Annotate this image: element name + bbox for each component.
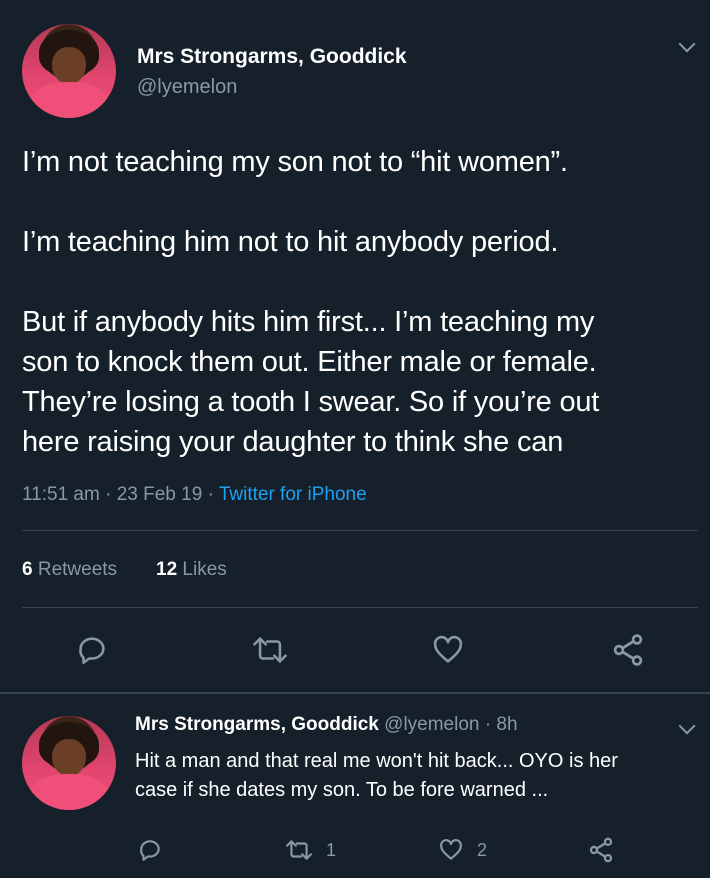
like-button[interactable] (428, 630, 468, 670)
tweet-time: 11:51 am (22, 484, 100, 505)
separator: · (105, 484, 112, 505)
tweet-line: son to knock them out. Either male or fe… (22, 346, 597, 378)
reply-time: 8h (496, 714, 518, 735)
reply-handle[interactable]: @lyemelon (384, 714, 479, 735)
tweet-source-link[interactable]: Twitter for iPhone (219, 484, 367, 505)
reply-icon (140, 840, 160, 861)
likes-stat[interactable]: 12 Likes (156, 559, 227, 581)
reply-retweet-button[interactable]: 1 (284, 834, 336, 866)
likes-label: Likes (182, 559, 227, 580)
avatar[interactable] (22, 24, 116, 118)
tweet-line: here raising your daughter to think she … (22, 426, 564, 458)
retweet-button[interactable] (248, 630, 292, 670)
retweet-icon (253, 637, 287, 663)
retweets-count: 6 (22, 559, 33, 580)
retweet-icon (286, 840, 312, 860)
reply-like-button[interactable]: 2 (437, 834, 487, 866)
reply-text: Hit a man and that real me won't hit bac… (135, 747, 618, 805)
author-handle[interactable]: @lyemelon (137, 76, 237, 99)
reply-avatar[interactable] (22, 716, 116, 810)
reply-text-line: case if she dates my son. To be fore war… (135, 779, 549, 801)
tweet-line: I’m teaching him not to hit anybody peri… (22, 226, 559, 258)
reply-header: Mrs Strongarms, Gooddick @lyemelon · 8h (135, 714, 518, 736)
author-name[interactable]: Mrs Strongarms, Gooddick (137, 45, 407, 69)
reply-text-line: Hit a man and that real me won't hit bac… (135, 750, 618, 772)
tweet-meta: 11:51 am · 23 Feb 19 · Twitter for iPhon… (22, 484, 367, 506)
divider (0, 692, 710, 694)
tweet-text: I’m not teaching my son not to “hit wome… (22, 142, 692, 462)
reply-icon (79, 637, 105, 665)
separator: · (484, 714, 492, 735)
retweet-count: 1 (326, 839, 337, 860)
tweet-line (22, 182, 692, 222)
share-icon (613, 634, 643, 666)
reply-author-name[interactable]: Mrs Strongarms, Gooddick (135, 714, 379, 735)
likes-count: 12 (156, 559, 178, 580)
chevron-down-icon (678, 35, 696, 53)
tweet-menu-button[interactable] (672, 35, 702, 60)
divider (22, 607, 698, 608)
tweet-line (22, 262, 692, 302)
reply-reply-button[interactable] (134, 834, 166, 866)
heart-icon (433, 635, 463, 663)
like-count: 2 (477, 839, 488, 860)
retweets-stat[interactable]: 6 Retweets (22, 559, 117, 581)
heart-icon (440, 839, 462, 860)
retweets-label: Retweets (37, 559, 118, 580)
tweet-line: But if anybody hits him first... I’m tea… (22, 306, 595, 338)
share-icon (589, 837, 613, 863)
divider (22, 530, 698, 531)
reply-share-button[interactable] (585, 834, 617, 866)
tweet-line: They’re losing a tooth I swear. So if yo… (22, 386, 600, 418)
tweet-date: 23 Feb 19 (116, 484, 203, 505)
separator: · (207, 484, 214, 505)
tweet-line: I’m not teaching my son not to “hit wome… (22, 146, 568, 178)
share-button[interactable] (608, 630, 648, 670)
chevron-down-icon (678, 717, 696, 735)
reply-button[interactable] (72, 630, 112, 670)
reply-menu-button[interactable] (672, 717, 702, 742)
